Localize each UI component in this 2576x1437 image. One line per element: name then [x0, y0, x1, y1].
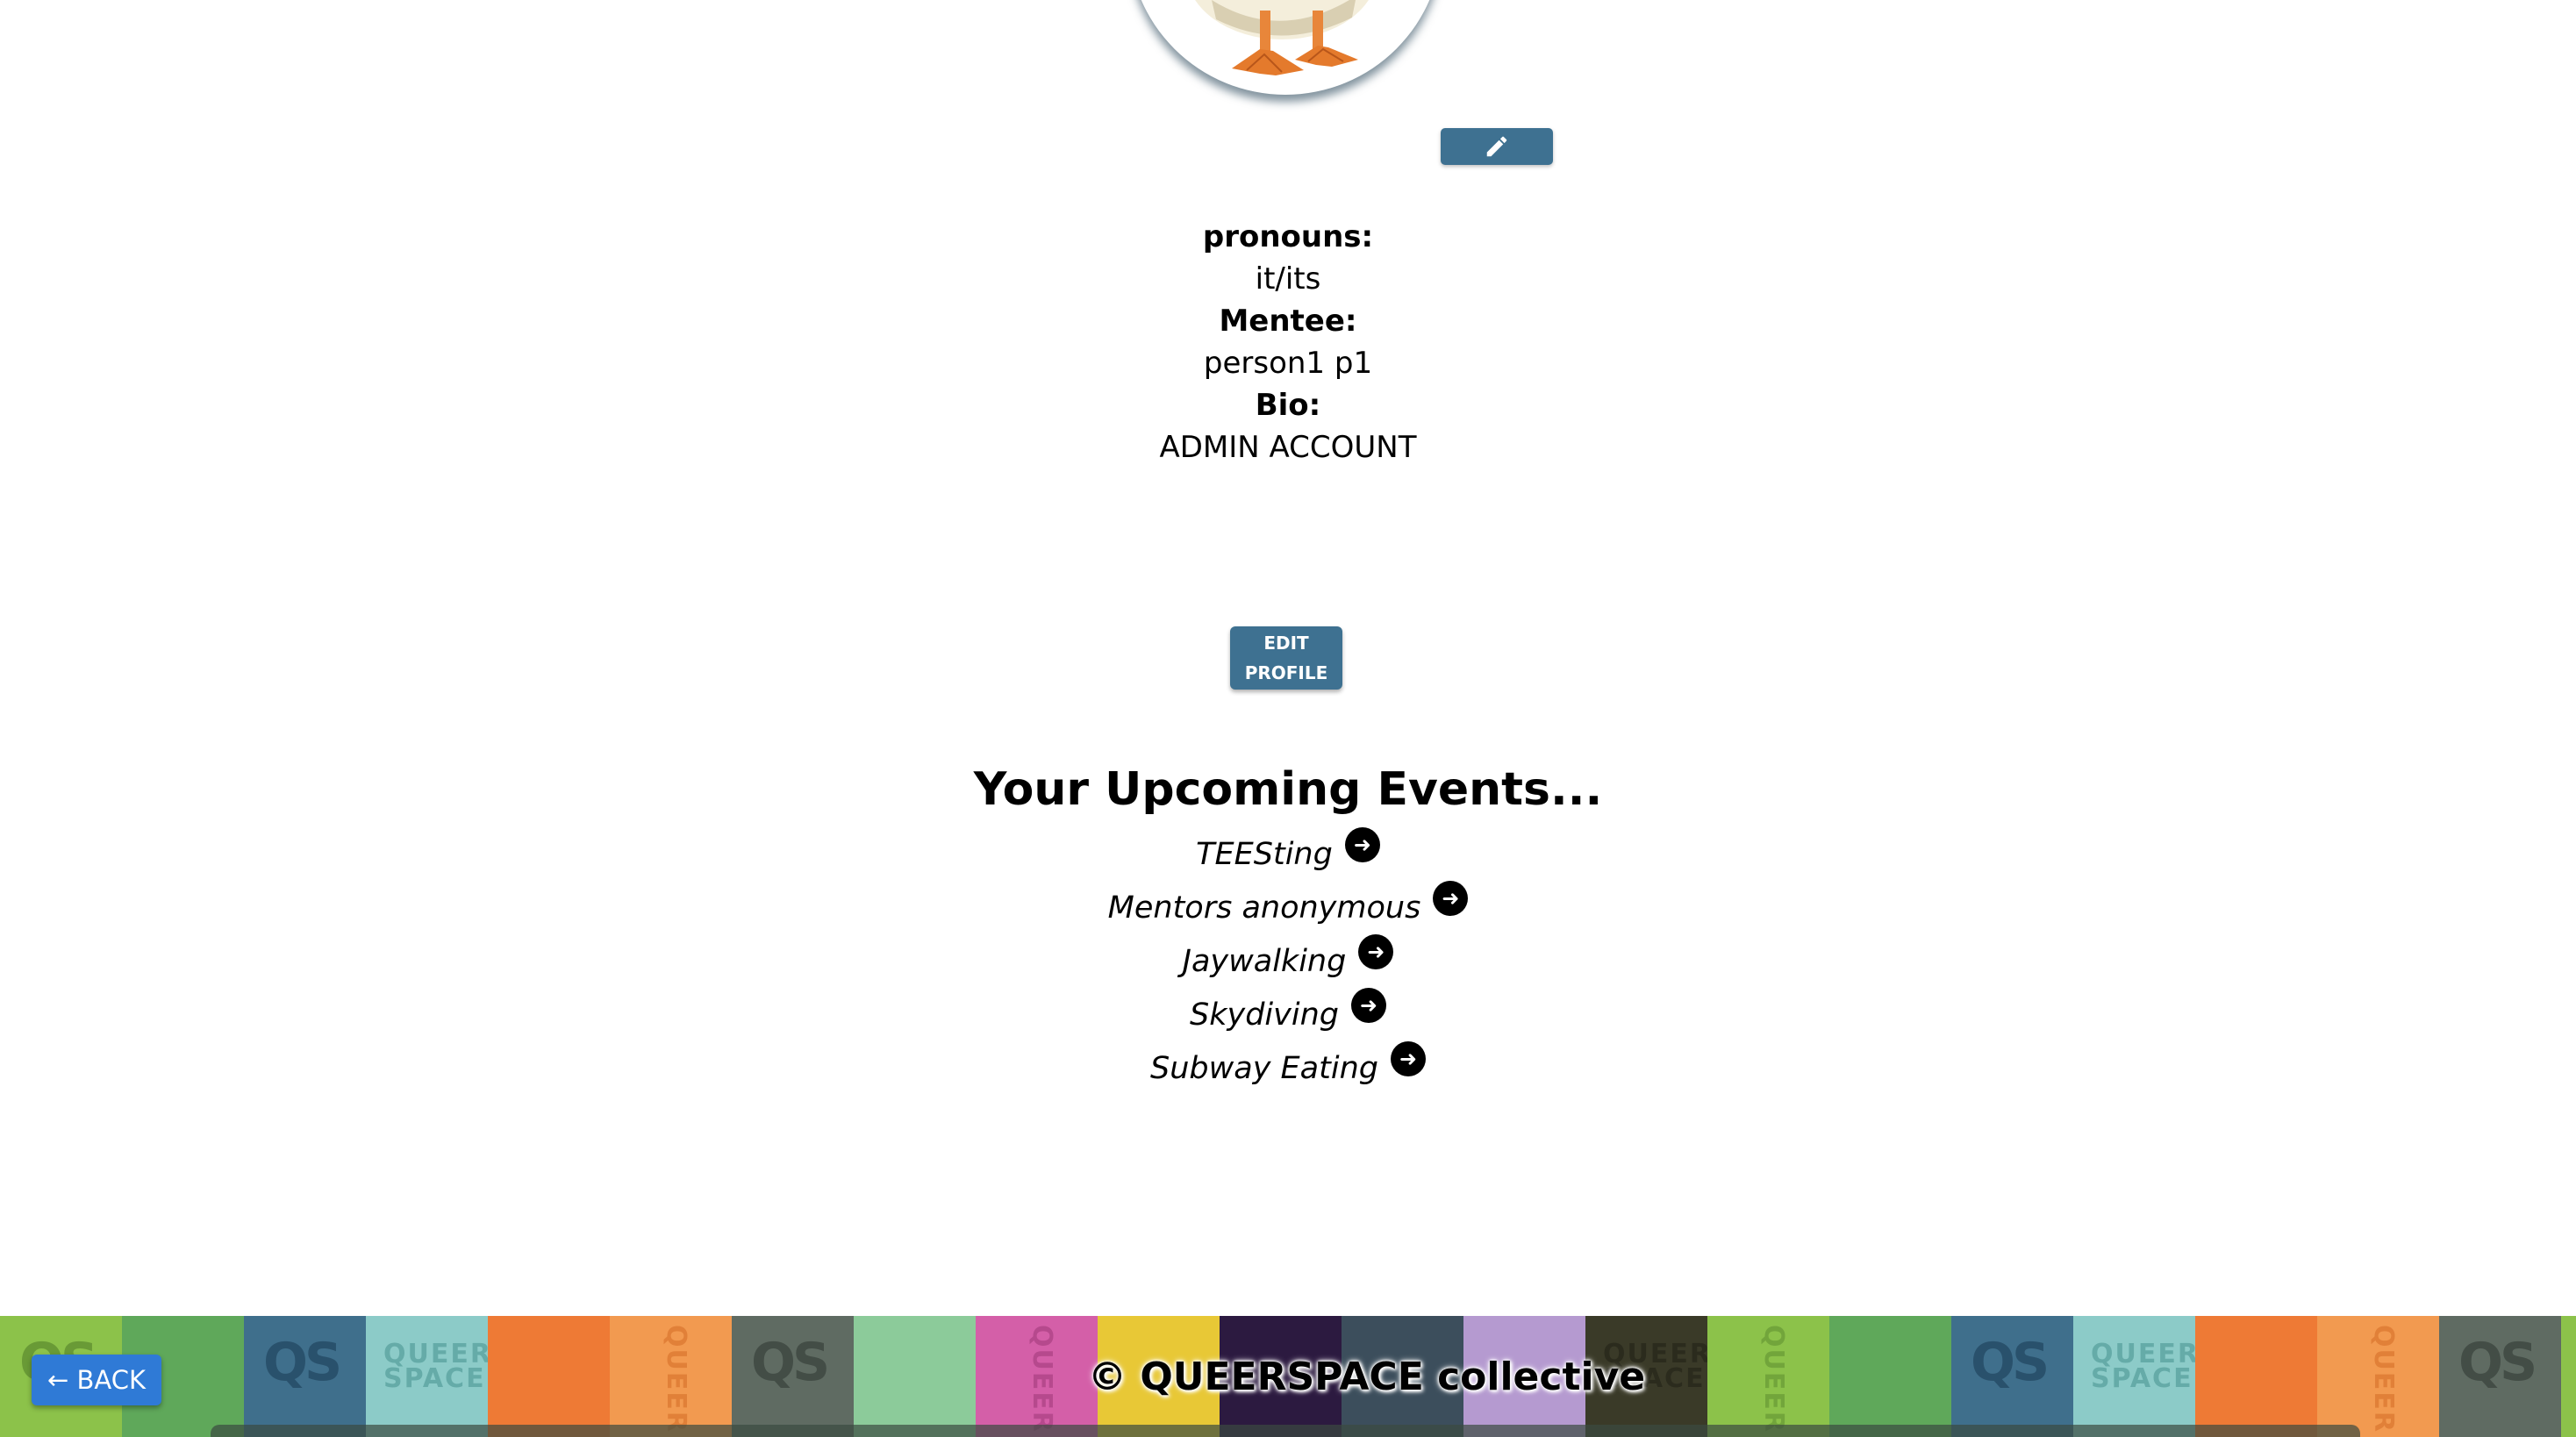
footer-copyright: © QUEERSPACE collective — [1088, 1355, 1646, 1399]
event-list: TEESting ➜ Mentors anonymous ➜ Jaywalking ➜… — [0, 827, 2576, 1096]
footer-tile: QS — [1951, 1316, 2073, 1437]
event-item: Subway Eating ➜ — [0, 1041, 2576, 1096]
footer-tile: QUEER SPACE — [366, 1316, 488, 1437]
event-name: Skydiving — [1190, 997, 1339, 1033]
footer-tile — [488, 1316, 610, 1437]
footer-tile: QS — [2439, 1316, 2561, 1437]
footer-tile — [1829, 1316, 1951, 1437]
bio-label: Bio: — [1255, 388, 1321, 423]
footer-tile — [2561, 1316, 2576, 1437]
footer-tile — [2195, 1316, 2317, 1437]
pronouns-label: pronouns: — [1202, 219, 1374, 254]
edit-avatar-button[interactable] — [1441, 128, 1553, 165]
footer-tile: QUEER — [1707, 1316, 1829, 1437]
footer-tile: QUEER — [2317, 1316, 2439, 1437]
event-name: TEESting — [1196, 837, 1333, 872]
arrow-right-circle-icon[interactable]: ➜ — [1390, 1041, 1426, 1076]
back-button[interactable]: ← BACK — [32, 1355, 161, 1405]
footer-tile: QUEER — [610, 1316, 732, 1437]
event-item: Skydiving ➜ — [0, 988, 2576, 1042]
mentee-label: Mentee: — [1219, 304, 1357, 339]
footer-banner: QS QS QUEERSPACE QUEER QS QUEER QUEERSPA… — [0, 1316, 2576, 1437]
bio-value: ADMIN ACCOUNT — [1159, 430, 1417, 465]
edit-profile-label-line1: EDIT — [1263, 633, 1309, 654]
edit-profile-label-line2: PROFILE — [1244, 662, 1328, 683]
footer-tile: QS — [732, 1316, 854, 1437]
profile-avatar — [1128, 0, 1442, 95]
pronouns-value: it/its — [1255, 261, 1321, 297]
arrow-right-circle-icon[interactable]: ➜ — [1358, 934, 1394, 969]
event-name: Mentors anonymous — [1107, 890, 1421, 926]
footer-tile: QUEER SPACE — [2073, 1316, 2195, 1437]
arrow-right-circle-icon[interactable]: ➜ — [1350, 988, 1386, 1023]
footer-tile: QUEER — [976, 1316, 1098, 1437]
arrow-right-circle-icon[interactable]: ➜ — [1344, 827, 1380, 862]
event-item: TEESting ➜ — [0, 827, 2576, 882]
mentee-value: person1 p1 — [1203, 346, 1373, 381]
pencil-icon — [1486, 136, 1507, 157]
event-name: Jaywalking — [1182, 944, 1347, 979]
event-item: Jaywalking ➜ — [0, 934, 2576, 989]
edit-profile-button[interactable]: EDIT PROFILE — [1230, 626, 1342, 690]
event-name: Subway Eating — [1150, 1051, 1378, 1086]
profile-info: pronouns: it/its Mentee: person1 p1 Bio:… — [0, 216, 2576, 468]
arrow-right-circle-icon[interactable]: ➜ — [1433, 881, 1469, 916]
event-item: Mentors anonymous ➜ — [0, 881, 2576, 935]
footer-tile: QS — [244, 1316, 366, 1437]
taskbar-edge — [211, 1425, 2360, 1437]
footer-tile — [854, 1316, 976, 1437]
duck-image — [1195, 0, 1369, 75]
upcoming-events-heading: Your Upcoming Events... — [973, 763, 1603, 816]
